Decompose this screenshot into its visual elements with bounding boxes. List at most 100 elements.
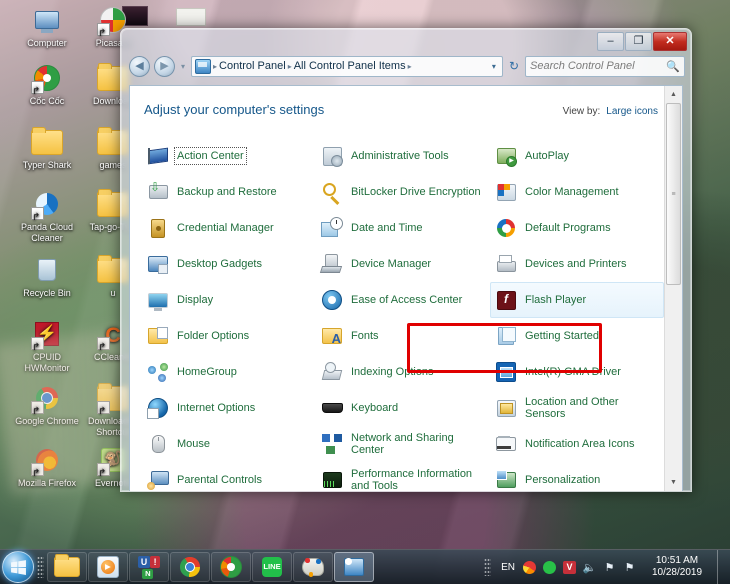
control-panel-item-desktop-gadgets[interactable]: Desktop Gadgets (142, 246, 316, 282)
control-panel-item-administrative-tools[interactable]: Administrative Tools (316, 138, 490, 174)
search-icon[interactable]: 🔍 (666, 60, 680, 73)
fonts-icon: A (321, 325, 343, 347)
control-panel-item-folder-options[interactable]: Folder Options (142, 318, 316, 354)
control-panel-item-label: Date and Time (351, 222, 423, 234)
scroll-down-arrow-icon[interactable]: ▼ (665, 474, 682, 491)
recent-pages-caret-icon[interactable]: ▾ (179, 62, 187, 71)
show-desktop-button[interactable] (717, 550, 726, 584)
taskbar-button-paint[interactable] (293, 552, 333, 582)
display-icon (147, 289, 169, 311)
coccoc-tray-icon[interactable] (522, 560, 537, 575)
control-panel-item-internet-options[interactable]: Internet Options (142, 390, 316, 426)
view-by-control[interactable]: View by: Large icons ▾ (563, 106, 668, 117)
unikey-tray-icon[interactable]: V (562, 560, 577, 575)
control-panel-item-performance-information-and-tools[interactable]: Performance Information and Tools (316, 462, 490, 491)
indexing-options-icon (321, 361, 343, 383)
control-panel-item-display[interactable]: Display (142, 282, 316, 318)
control-panel-item-devices-and-printers[interactable]: Devices and Printers (490, 246, 664, 282)
breadcrumb-item-control-panel[interactable]: Control Panel (219, 60, 286, 72)
control-panel-item-network-and-sharing-center[interactable]: Network and Sharing Center (316, 426, 490, 462)
control-panel-item-backup-and-restore[interactable]: ⇩Backup and Restore (142, 174, 316, 210)
start-button[interactable] (2, 551, 34, 583)
control-panel-item-bitlocker-drive-encryption[interactable]: BitLocker Drive Encryption (316, 174, 490, 210)
taskbar[interactable]: ▶U!N LINE EN V 🔈 ⚑ ⚑ 10:51 AM 10/28/2019 (0, 549, 730, 584)
desktop-icon-partial-top-2 (176, 8, 206, 26)
control-panel-item-autoplay[interactable]: ▶AutoPlay (490, 138, 664, 174)
control-panel-item-homegroup[interactable]: HomeGroup (142, 354, 316, 390)
window-title-bar[interactable]: – ❐ ✕ (121, 29, 691, 53)
view-by-label: View by: (563, 106, 601, 117)
control-panel-item-intel-r-gma-driver[interactable]: Intel(R) GMA Driver (490, 354, 664, 390)
view-by-value[interactable]: Large icons (606, 106, 658, 117)
clock[interactable]: 10:51 AM 10/28/2019 (642, 555, 712, 579)
maximize-button[interactable]: ❐ (625, 32, 652, 51)
desktop-icon-c-c-c-c[interactable]: Cốc Cốc (14, 62, 80, 107)
ease-of-access-icon (321, 289, 343, 311)
volume-icon[interactable]: 🔈 (582, 560, 597, 575)
tray-grip[interactable] (484, 558, 491, 576)
cpuid-hwmonitor-icon: ⚡ (33, 320, 61, 348)
taskbar-button-line-messenger[interactable]: LINE (252, 552, 292, 582)
breadcrumb[interactable]: ▸ Control Panel ▸ All Control Panel Item… (191, 56, 503, 77)
control-panel-item-date-and-time[interactable]: Date and Time (316, 210, 490, 246)
folder-icon (31, 130, 63, 155)
line-tray-icon[interactable] (542, 560, 557, 575)
address-dropdown-caret-icon[interactable]: ▾ (489, 62, 499, 71)
language-indicator[interactable]: EN (499, 562, 517, 573)
scrollbar-thumb[interactable]: ≡ (666, 103, 681, 285)
minimize-button[interactable]: – (597, 32, 624, 51)
taskbar-button-windows-explorer[interactable] (47, 552, 87, 582)
taskbar-button-control-panel[interactable] (334, 552, 374, 582)
firefox-icon (31, 444, 63, 476)
taskbar-grip[interactable] (37, 556, 44, 578)
desktop-icon-typer-shark[interactable]: Typer Shark (14, 126, 80, 171)
control-panel-item-location-and-other-sensors[interactable]: Location and Other Sensors (490, 390, 664, 426)
control-panel-item-action-center[interactable]: Action Center (142, 138, 316, 174)
close-button[interactable]: ✕ (653, 32, 687, 51)
forward-button[interactable]: ▶ (154, 56, 175, 77)
control-panel-item-credential-manager[interactable]: Credential Manager (142, 210, 316, 246)
control-panel-item-default-programs[interactable]: Default Programs (490, 210, 664, 246)
parental-controls-icon (147, 469, 169, 491)
control-panel-item-getting-started[interactable]: Getting Started (490, 318, 664, 354)
control-panel-item-color-management[interactable]: Color Management (490, 174, 664, 210)
folder-icon (31, 126, 63, 158)
bitlocker-icon (321, 181, 343, 203)
network-icon[interactable]: ⚑ (622, 560, 637, 575)
paint-icon (301, 555, 325, 579)
desktop-icon-mozilla-firefox[interactable]: Mozilla Firefox (14, 444, 80, 489)
taskbar-button-google-chrome[interactable] (170, 552, 210, 582)
action-center-icon[interactable]: ⚑ (602, 560, 617, 575)
desktop-icon-computer[interactable]: Computer (14, 4, 80, 49)
desktop-icon-panda-cloud-cleaner[interactable]: Panda Cloud Cleaner (14, 188, 80, 244)
breadcrumb-item-all-items[interactable]: All Control Panel Items (294, 60, 406, 72)
control-panel-item-keyboard[interactable]: Keyboard (316, 390, 490, 426)
control-panel-item-device-manager[interactable]: Device Manager (316, 246, 490, 282)
control-panel-item-personalization[interactable]: Personalization (490, 462, 664, 491)
desktop-icon-cpuid-hwmonitor[interactable]: ⚡CPUID HWMonitor (14, 318, 80, 374)
control-panel-window[interactable]: – ❐ ✕ ◀ ▶ ▾ ▸ Control Panel ▸ All Contro… (120, 28, 692, 492)
vertical-scrollbar[interactable]: ▲ ≡ ▼ (664, 86, 682, 491)
recycle-bin-icon (31, 254, 63, 286)
control-panel-item-ease-of-access-center[interactable]: Ease of Access Center (316, 282, 490, 318)
coccoc-icon (219, 555, 243, 579)
control-panel-item-indexing-options[interactable]: Indexing Options (316, 354, 490, 390)
desktop-icon-recycle-bin[interactable]: Recycle Bin (14, 254, 80, 299)
taskbar-button-media-player[interactable]: ▶ (88, 552, 128, 582)
taskbar-button-unikey[interactable]: U!N (129, 552, 169, 582)
search-input[interactable]: Search Control Panel 🔍 (525, 56, 685, 77)
back-button[interactable]: ◀ (129, 56, 150, 77)
control-panel-item-flash-player[interactable]: fFlash Player (490, 282, 664, 318)
desktop-gadgets-icon (147, 253, 169, 275)
scroll-up-arrow-icon[interactable]: ▲ (665, 86, 682, 103)
control-panel-item-mouse[interactable]: Mouse (142, 426, 316, 462)
date-time-icon (321, 217, 343, 239)
taskbar-button-coccoc-browser[interactable] (211, 552, 251, 582)
control-panel-item-notification-area-icons[interactable]: Notification Area Icons (490, 426, 664, 462)
desktop-icon-google-chrome[interactable]: Google Chrome (14, 382, 80, 427)
control-panel-item-fonts[interactable]: AFonts (316, 318, 490, 354)
keyboard-icon (321, 397, 343, 419)
breadcrumb-separator-icon-3[interactable]: ▸ (408, 62, 412, 71)
control-panel-item-parental-controls[interactable]: Parental Controls (142, 462, 316, 491)
refresh-icon[interactable]: ↻ (507, 59, 521, 73)
